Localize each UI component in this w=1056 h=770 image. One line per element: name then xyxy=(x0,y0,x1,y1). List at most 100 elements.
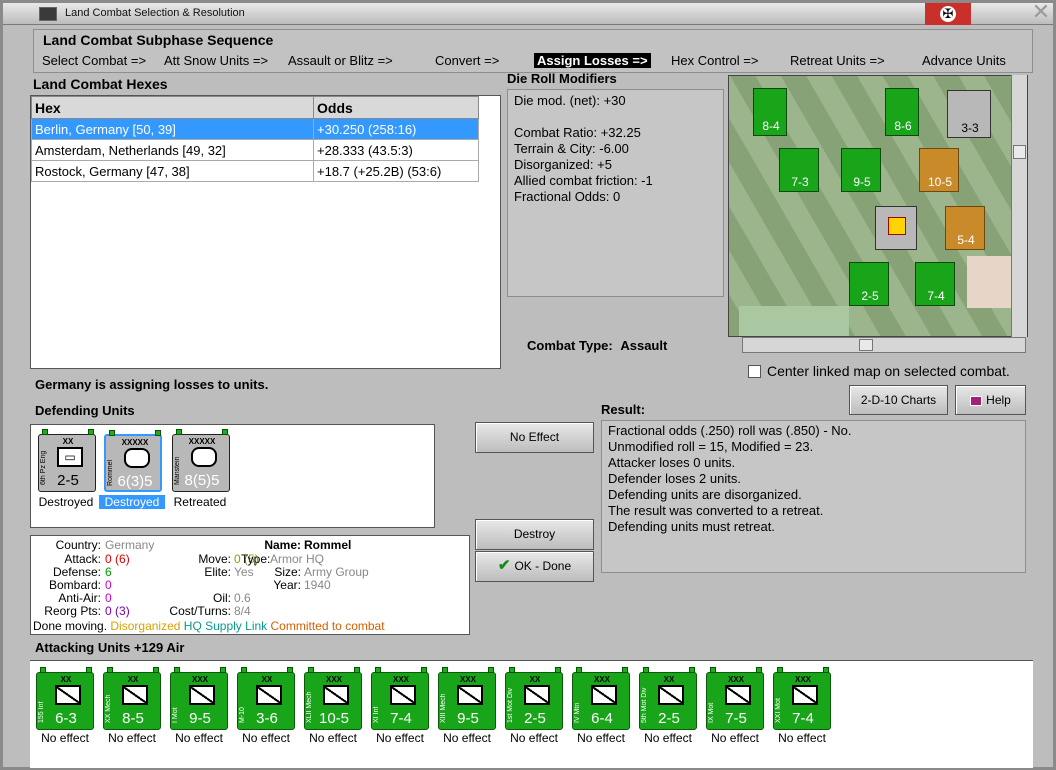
die-roll-modifiers: Die mod. (net): +30 Combat Ratio: +32.25… xyxy=(507,89,724,297)
map-counter[interactable]: 10-5 xyxy=(919,148,959,192)
infantry-symbol-icon xyxy=(122,685,148,705)
subphase-sequence: Land Combat Subphase Sequence Select Com… xyxy=(33,29,1033,73)
table-row[interactable]: Amsterdam, Netherlands [49, 32] +28.333 … xyxy=(31,139,479,161)
book-icon xyxy=(970,395,983,406)
hexes-title: Land Combat Hexes xyxy=(33,76,168,92)
unit-status: No effect xyxy=(175,731,223,745)
infantry-symbol-icon xyxy=(390,685,416,705)
map-counter[interactable]: 9-5 xyxy=(841,148,881,192)
battle-hex-marker[interactable] xyxy=(875,206,917,250)
attacking-units-panel: XX 155 Inf 6-3 No effect XX XX Mech 8-5 No effe… xyxy=(30,660,1033,768)
elite-label: Elite: xyxy=(204,565,231,579)
infantry-symbol-icon xyxy=(256,685,282,705)
attacking-unit[interactable]: XX XX Mech 8-5 xyxy=(103,667,161,730)
year-label: Year: xyxy=(273,578,301,592)
result-line: Defending units must retreat. xyxy=(608,519,775,534)
attacking-unit[interactable]: XXX IX Mot 7-5 xyxy=(706,667,764,730)
linked-map[interactable]: 8-4 8-6 3-3 7-3 9-5 10-5 5-4 2-5 7-4 xyxy=(728,75,1028,337)
checkmark-icon: ✔ xyxy=(497,557,511,574)
hex-cell: Berlin, Germany [50, 39] xyxy=(31,118,314,140)
step-select-combat: Select Combat => xyxy=(42,53,147,68)
attack-value: 0 (6) xyxy=(105,552,130,566)
modifier-line: Allied combat friction: -1 xyxy=(514,173,653,188)
unit-status: No effect xyxy=(577,731,625,745)
no-effect-button[interactable]: No Effect xyxy=(475,422,594,453)
reorg-label: Reorg Pts: xyxy=(44,604,101,618)
bombard-value: 0 xyxy=(105,578,112,592)
attacking-unit[interactable]: XXX IV Mtn 6-4 xyxy=(572,667,630,730)
unit-status: No effect xyxy=(778,731,826,745)
unit-status: No effect xyxy=(41,731,89,745)
sequence-heading: Land Combat Subphase Sequence xyxy=(43,32,274,48)
modifier-line xyxy=(514,109,717,125)
center-map-option[interactable]: Center linked map on selected combat. xyxy=(748,363,1010,379)
combat-type-value: Assault xyxy=(620,338,668,353)
engineer-symbol-icon: ▭ xyxy=(57,447,83,467)
attacking-unit[interactable]: XX 5th Mot Div 2-5 xyxy=(639,667,697,730)
unit-status: No effect xyxy=(309,731,357,745)
title-bar[interactable]: Land Combat Selection & Resolution ✠ ✕ xyxy=(3,1,1053,25)
infantry-symbol-icon xyxy=(189,685,215,705)
move-label: Move: xyxy=(198,552,231,566)
map-counter[interactable]: 7-3 xyxy=(779,148,819,192)
attacking-unit[interactable]: XXX XXI Mot 7-4 xyxy=(773,667,831,730)
ok-done-button[interactable]: ✔ OK - Done xyxy=(475,551,594,582)
infantry-symbol-icon xyxy=(457,685,483,705)
status-hq-link: HQ Supply Link xyxy=(183,619,268,633)
map-horizontal-scrollbar[interactable] xyxy=(742,337,1026,353)
modifier-line: Combat Ratio: +32.25 xyxy=(514,125,641,140)
unit-status: No effect xyxy=(376,731,424,745)
result-panel: Fractional odds (.250) roll was (.850) -… xyxy=(601,420,1026,573)
step-hex-control: Hex Control => xyxy=(671,53,759,68)
charts-button[interactable]: 2-D-10 Charts xyxy=(849,385,948,415)
attacking-unit[interactable]: XX M-10 3-6 xyxy=(237,667,295,730)
country-value: Germany xyxy=(105,538,155,552)
column-hex[interactable]: Hex xyxy=(31,96,314,119)
unit-status: No effect xyxy=(242,731,290,745)
result-line: The result was converted to a retreat. xyxy=(608,503,824,518)
map-vertical-scrollbar[interactable] xyxy=(1011,75,1027,337)
map-counter[interactable]: 7-4 xyxy=(915,262,955,306)
map-counter[interactable]: 8-6 xyxy=(885,88,919,136)
center-map-checkbox[interactable] xyxy=(748,364,761,378)
help-button[interactable]: Help xyxy=(955,385,1026,415)
attacking-unit[interactable]: XXX I Mot 9-5 xyxy=(170,667,228,730)
year-value: 1940 xyxy=(304,578,331,592)
defending-unit[interactable]: XX 6th Pz Eng ▭ 2-5 xyxy=(38,429,96,492)
infantry-symbol-icon xyxy=(725,685,751,705)
infantry-symbol-icon xyxy=(524,685,550,705)
help-label: Help xyxy=(986,393,1011,407)
bombard-label: Bombard: xyxy=(48,578,101,592)
map-counter[interactable]: 2-5 xyxy=(849,262,889,306)
modifier-line: Terrain & City: -6.00 xyxy=(514,141,629,156)
map-counter[interactable]: 8-4 xyxy=(753,88,787,136)
combat-type: Combat Type: Assault xyxy=(527,338,667,353)
column-odds[interactable]: Odds xyxy=(313,96,479,119)
defending-unit[interactable]: XXXXX Manstein 8(5)5 xyxy=(172,429,230,492)
step-convert: Convert => xyxy=(435,53,500,68)
table-row[interactable]: Rostock, Germany [47, 38] +18.7 (+25.2B)… xyxy=(31,160,479,182)
app-icon[interactable] xyxy=(39,7,57,21)
attacking-unit[interactable]: XX 1st Mot Div 2-5 xyxy=(505,667,563,730)
map-counter[interactable]: 3-3 xyxy=(947,90,991,138)
cost-label: Cost/Turns: xyxy=(169,604,231,618)
step-advance-units: Advance Units xyxy=(922,53,1006,68)
attacking-unit[interactable]: XXX XI Inf 7-4 xyxy=(371,667,429,730)
infantry-symbol-icon xyxy=(591,685,617,705)
defending-unit[interactable]: XXXXX Rommel 6(3)5 xyxy=(104,430,162,492)
destroy-button[interactable]: Destroy xyxy=(475,519,594,550)
attacking-unit[interactable]: XXX XLII Mech 10-5 xyxy=(304,667,362,730)
table-row[interactable]: Berlin, Germany [50, 39] +30.250 (258:16… xyxy=(31,118,479,140)
close-button[interactable]: ✕ xyxy=(1031,1,1051,23)
combat-hexes-table: Hex Odds Berlin, Germany [50, 39] +30.25… xyxy=(30,95,501,369)
center-map-label: Center linked map on selected combat. xyxy=(767,363,1010,379)
defense-label: Defense: xyxy=(52,565,101,579)
attacking-unit[interactable]: XX 155 Inf 6-3 xyxy=(36,667,94,730)
odds-cell: +18.7 (+25.2B) (53:6) xyxy=(313,160,479,182)
modifier-line: Die mod. (net): +30 xyxy=(514,93,626,108)
type-label: Type: xyxy=(241,552,271,566)
antiair-label: Anti-Air: xyxy=(58,591,101,605)
attacking-unit[interactable]: XXX XIII Mech 9-5 xyxy=(438,667,496,730)
map-counter[interactable]: 5-4 xyxy=(945,206,985,250)
german-flag-icon: ✠ xyxy=(925,3,971,25)
